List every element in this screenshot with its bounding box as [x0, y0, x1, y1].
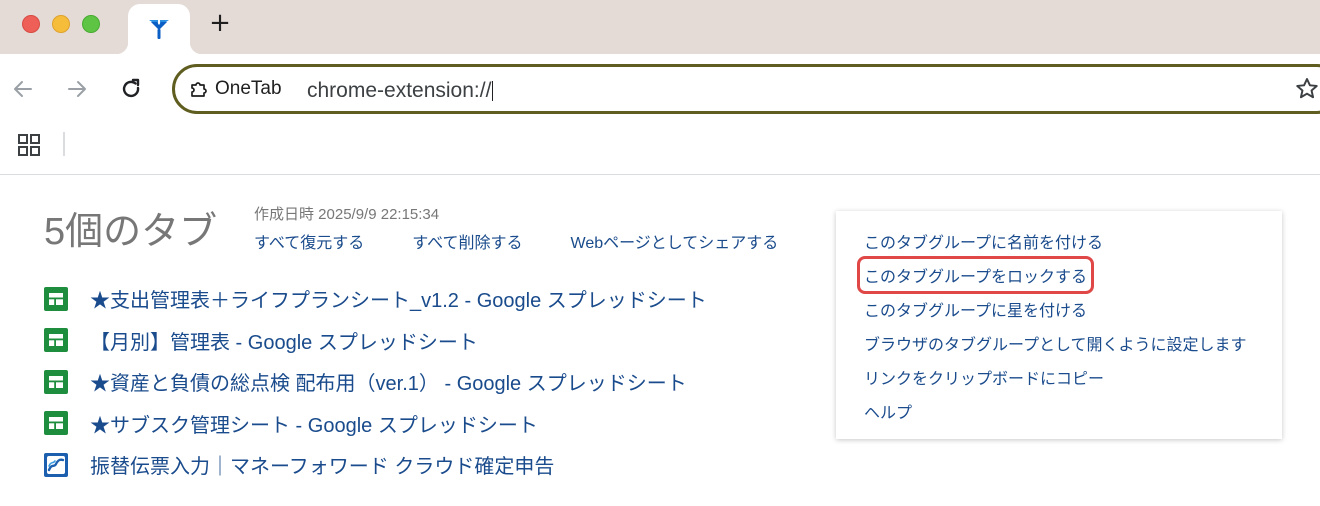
- saved-tab-link[interactable]: 【月別】管理表 - Google スプレッドシート: [90, 326, 478, 355]
- reload-button[interactable]: [118, 76, 144, 102]
- onetab-funnel-icon: [149, 20, 169, 39]
- title-bar: +: [0, 0, 1320, 54]
- arrow-right-icon: [68, 81, 86, 97]
- google-sheets-icon: [44, 411, 68, 436]
- browser-tab-onetab[interactable]: [116, 4, 202, 54]
- extension-puzzle-icon: [191, 82, 207, 97]
- apps-grid-icon[interactable]: [18, 134, 40, 156]
- saved-tab-row: 【月別】管理表 - Google スプレッドシート: [44, 320, 707, 362]
- saved-tab-link[interactable]: 振替伝票入力｜マネーフォワード クラウド確定申告: [90, 450, 554, 479]
- google-sheets-icon: [44, 369, 68, 394]
- forward-button[interactable]: [64, 76, 90, 102]
- share-as-webpage-link[interactable]: Webページとしてシェアする: [571, 229, 779, 253]
- saved-tab-link[interactable]: ★サブスク管理シート - Google スプレッドシート: [90, 409, 538, 438]
- menu-item-open-as-tab-group[interactable]: ブラウザのタブグループとして開くように設定します: [864, 331, 1247, 355]
- tab-group-created-date: 作成日時 2025/9/9 22:15:34: [254, 206, 440, 223]
- browser-toolbar: OneTab chrome-extension://: [0, 54, 1320, 122]
- bookmark-star-button[interactable]: [1294, 76, 1320, 102]
- star-icon: [1296, 78, 1318, 99]
- saved-tab-row: 振替伝票入力｜マネーフォワード クラウド確定申告: [44, 444, 707, 486]
- saved-tab-link[interactable]: ★支出管理表＋ライフプランシート_v1.2 - Google スプレッドシート: [90, 284, 707, 313]
- onetab-page: 5個のタブ 作成日時 2025/9/9 22:15:34 すべて復元する すべて…: [0, 176, 1320, 506]
- bookmarks-bar: [0, 122, 1320, 175]
- restore-all-link[interactable]: すべて復元する: [254, 229, 364, 253]
- delete-all-link[interactable]: すべて削除する: [412, 229, 522, 253]
- menu-item-lock-group[interactable]: このタブグループをロックする: [856, 256, 1095, 294]
- text-caret: [492, 81, 494, 102]
- url-text[interactable]: chrome-extension://: [307, 79, 494, 103]
- google-sheets-icon: [44, 328, 68, 353]
- menu-item-star-group[interactable]: このタブグループに星を付ける: [864, 297, 1087, 321]
- arrow-left-icon: [14, 81, 32, 97]
- saved-tab-list: ★支出管理表＋ライフプランシート_v1.2 - Google スプレッドシート …: [44, 278, 707, 486]
- tab-group-count-title: 5個のタブ: [44, 211, 218, 253]
- zoom-window-button[interactable]: [82, 15, 100, 33]
- site-name: OneTab: [215, 78, 282, 99]
- close-window-button[interactable]: [22, 15, 40, 33]
- back-button[interactable]: [10, 76, 36, 102]
- google-sheets-icon: [44, 286, 68, 311]
- saved-tab-row: ★サブスク管理シート - Google スプレッドシート: [44, 403, 707, 445]
- moneyforward-icon: [44, 452, 68, 477]
- saved-tab-link[interactable]: ★資産と負債の総点検 配布用（ver.1） - Google スプレッドシート: [90, 367, 687, 396]
- minimize-window-button[interactable]: [52, 15, 70, 33]
- tab-group-more-menu: このタブグループに名前を付ける このタブグループをロックする このタブグループに…: [836, 211, 1282, 439]
- saved-tab-row: ★資産と負債の総点検 配布用（ver.1） - Google スプレッドシート: [44, 361, 707, 403]
- site-info-chip[interactable]: OneTab: [189, 78, 282, 100]
- address-bar[interactable]: OneTab chrome-extension://: [172, 64, 1320, 114]
- menu-item-help[interactable]: ヘルプ: [864, 399, 912, 423]
- bookmarks-divider: [63, 132, 65, 156]
- saved-tab-row: ★支出管理表＋ライフプランシート_v1.2 - Google スプレッドシート: [44, 278, 707, 320]
- tab-group-actions: すべて復元する すべて削除する Webページとしてシェアする: [254, 229, 778, 253]
- reload-icon: [122, 78, 140, 98]
- url-value: chrome-extension://: [307, 79, 492, 102]
- menu-item-copy-links[interactable]: リンクをクリップボードにコピー: [864, 365, 1104, 389]
- new-tab-button[interactable]: +: [206, 10, 234, 38]
- menu-item-name-group[interactable]: このタブグループに名前を付ける: [864, 229, 1103, 253]
